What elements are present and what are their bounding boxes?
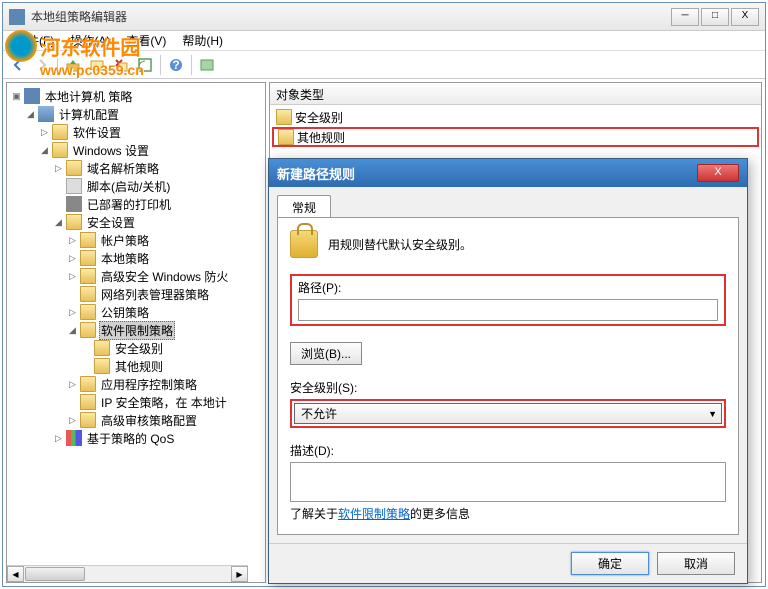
dialog-close-button[interactable]: X — [697, 164, 739, 182]
menu-action[interactable]: 操作(A) — [62, 30, 118, 51]
tree-ip-security[interactable]: IP 安全策略，在 本地计 — [11, 393, 261, 411]
chevron-down-icon: ▼ — [708, 409, 717, 419]
menu-file[interactable]: 文件(F) — [7, 30, 62, 51]
tool-button-3[interactable] — [134, 54, 156, 76]
browse-button[interactable]: 浏览(B)... — [290, 342, 362, 365]
tree-advanced-audit[interactable]: ▷高级审核策略配置 — [11, 411, 261, 429]
tool-button-4[interactable] — [196, 54, 218, 76]
tab-general[interactable]: 常规 — [277, 195, 331, 217]
security-level-select[interactable]: 不允许 ▼ — [294, 403, 722, 424]
path-input[interactable] — [298, 299, 718, 321]
tool-button-2[interactable] — [110, 54, 132, 76]
list-item-other-rules[interactable]: 其他规则 — [272, 127, 759, 147]
tool-button-1[interactable] — [86, 54, 108, 76]
scroll-thumb[interactable] — [25, 567, 85, 581]
tree-pane: ▣本地计算机 策略 ◢计算机配置 ▷软件设置 ◢Windows 设置 ▷域名解析… — [6, 82, 266, 583]
window-title: 本地组策略编辑器 — [31, 8, 671, 25]
menu-view[interactable]: 查看(V) — [118, 30, 174, 51]
svg-text:?: ? — [172, 58, 179, 72]
horizontal-scrollbar[interactable]: ◀ ▶ — [7, 565, 248, 582]
list-item-security-level[interactable]: 安全级别 — [272, 107, 759, 127]
close-button[interactable]: X — [731, 8, 759, 26]
instruction-text: 用规则替代默认安全级别。 — [328, 236, 472, 253]
tree-other-rules[interactable]: 其他规则 — [11, 357, 261, 375]
lock-icon — [290, 230, 318, 258]
tree-security[interactable]: ◢安全设置 — [11, 213, 261, 231]
toolbar: ? — [3, 51, 765, 79]
tree-firewall[interactable]: ▷高级安全 Windows 防火 — [11, 267, 261, 285]
scroll-left-button[interactable]: ◀ — [7, 566, 24, 582]
tree-software-restriction[interactable]: ◢软件限制策略 — [11, 321, 261, 339]
cancel-button[interactable]: 取消 — [657, 552, 735, 575]
list-header[interactable]: 对象类型 — [270, 83, 761, 105]
forward-button[interactable] — [31, 54, 53, 76]
tree-app-control[interactable]: ▷应用程序控制策略 — [11, 375, 261, 393]
dialog-title: 新建路径规则 — [277, 164, 697, 183]
tree-root[interactable]: ▣本地计算机 策略 — [11, 87, 261, 105]
app-icon — [9, 9, 25, 25]
tree-security-level[interactable]: 安全级别 — [11, 339, 261, 357]
description-label: 描述(D): — [290, 442, 726, 459]
tree-local-policy[interactable]: ▷本地策略 — [11, 249, 261, 267]
tree-account-policy[interactable]: ▷帐户策略 — [11, 231, 261, 249]
learn-more-link[interactable]: 软件限制策略 — [338, 507, 410, 521]
learn-more-text: 了解关于软件限制策略的更多信息 — [290, 505, 470, 522]
help-button[interactable]: ? — [165, 54, 187, 76]
back-button[interactable] — [7, 54, 29, 76]
path-label: 路径(P): — [298, 279, 718, 296]
dialog-titlebar[interactable]: 新建路径规则 X — [269, 159, 747, 187]
up-button[interactable] — [62, 54, 84, 76]
minimize-button[interactable]: ─ — [671, 8, 699, 26]
titlebar: 本地组策略编辑器 ─ □ X — [3, 3, 765, 31]
menu-help[interactable]: 帮助(H) — [174, 30, 231, 51]
security-level-label: 安全级别(S): — [290, 379, 726, 396]
tree-printers[interactable]: 已部署的打印机 — [11, 195, 261, 213]
tree-windows-settings[interactable]: ◢Windows 设置 — [11, 141, 261, 159]
ok-button[interactable]: 确定 — [571, 552, 649, 575]
tree-public-key[interactable]: ▷公钥策略 — [11, 303, 261, 321]
maximize-button[interactable]: □ — [701, 8, 729, 26]
scroll-right-button[interactable]: ▶ — [231, 566, 248, 582]
menubar: 文件(F) 操作(A) 查看(V) 帮助(H) — [3, 31, 765, 51]
tree-software-settings[interactable]: ▷软件设置 — [11, 123, 261, 141]
tree-scripts[interactable]: 脚本(启动/关机) — [11, 177, 261, 195]
tree-qos[interactable]: ▷基于策略的 QoS — [11, 429, 261, 447]
description-input[interactable] — [290, 462, 726, 502]
tree-network-list[interactable]: 网络列表管理器策略 — [11, 285, 261, 303]
tree-computer-config[interactable]: ◢计算机配置 — [11, 105, 261, 123]
new-path-rule-dialog: 新建路径规则 X 常规 用规则替代默认安全级别。 路径(P): 浏览(B)...… — [268, 158, 748, 584]
tree-dns-policy[interactable]: ▷域名解析策略 — [11, 159, 261, 177]
